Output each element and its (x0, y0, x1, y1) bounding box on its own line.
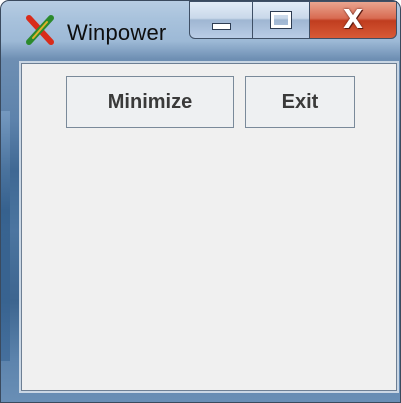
maximize-icon (270, 11, 292, 29)
minimize-button[interactable]: Minimize (66, 76, 234, 128)
client-area: Minimize Exit (19, 61, 399, 393)
caption-buttons: X (189, 1, 397, 43)
window-close-button[interactable]: X (309, 1, 397, 39)
minimize-icon (211, 22, 231, 30)
window-maximize-button[interactable] (252, 1, 310, 39)
title-bar[interactable]: Winpower X (1, 1, 400, 59)
close-icon: X (342, 5, 364, 35)
window-minimize-button[interactable] (189, 1, 253, 39)
exit-button[interactable]: Exit (245, 76, 355, 128)
app-window: Winpower X Minimize Exit (0, 0, 401, 403)
window-title: Winpower (67, 20, 167, 45)
winpower-x-icon (26, 15, 54, 45)
window-frame-glass (1, 111, 10, 361)
